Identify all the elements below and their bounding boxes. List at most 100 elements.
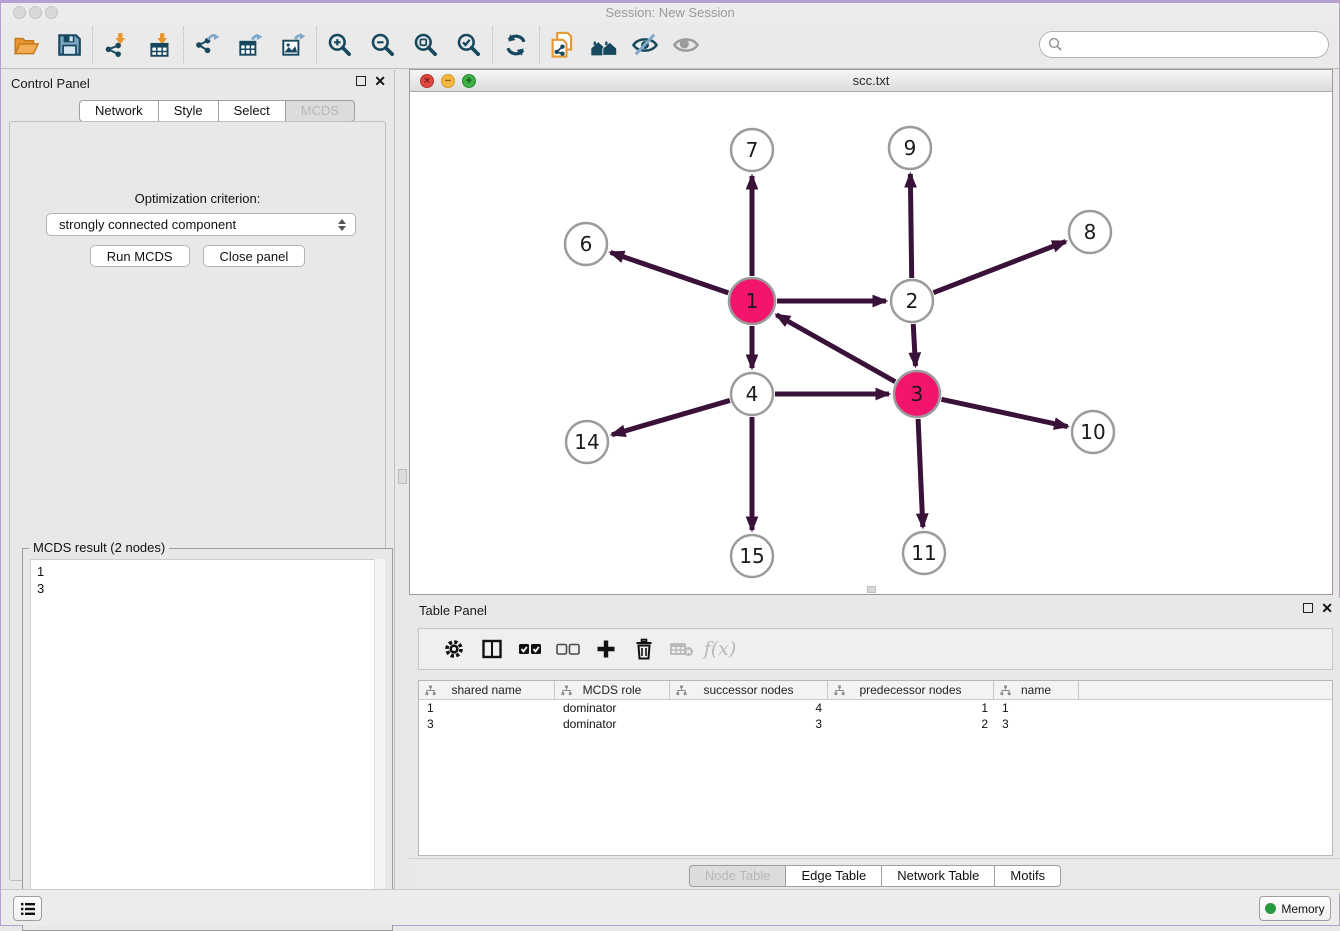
- table-cell[interactable]: 4: [670, 700, 828, 716]
- edge-4-14[interactable]: [612, 400, 730, 434]
- show-graphics-icon[interactable]: [669, 28, 703, 62]
- zoom-fit-icon[interactable]: [409, 28, 443, 62]
- control-panel-title: Control Panel: [11, 76, 90, 91]
- status-bar: Memory: [1, 889, 1339, 925]
- select-all-icon[interactable]: [511, 634, 549, 664]
- column-header-label: successor nodes: [703, 683, 793, 697]
- table-cell[interactable]: 1: [419, 700, 555, 716]
- panel-mode-icon[interactable]: [473, 634, 511, 664]
- tab-node-table[interactable]: Node Table: [689, 865, 786, 887]
- export-network-icon[interactable]: [190, 28, 224, 62]
- tab-network-table[interactable]: Network Table: [881, 865, 994, 887]
- node-2[interactable]: 2: [891, 280, 933, 322]
- edge-3-1[interactable]: [776, 315, 895, 382]
- node-label: 3: [911, 382, 924, 406]
- task-history-button[interactable]: [13, 896, 42, 921]
- zoom-out-icon[interactable]: [366, 28, 400, 62]
- open-session-icon[interactable]: [9, 28, 43, 62]
- delete-columns-icon[interactable]: [625, 634, 663, 664]
- close-panel-icon[interactable]: ✕: [374, 76, 386, 86]
- node-4[interactable]: 4: [731, 373, 773, 415]
- network-view-window: × − + scc.txt 7 9 6 8 1 2 4 3 14 10 15 11: [409, 69, 1333, 595]
- network-resize-handle[interactable]: [867, 586, 876, 593]
- tab-network[interactable]: Network: [79, 100, 158, 122]
- first-neighbors-icon[interactable]: [587, 28, 621, 62]
- column-header-predecessor-nodes[interactable]: predecessor nodes: [828, 681, 994, 699]
- tab-style[interactable]: Style: [158, 100, 218, 122]
- import-network-icon[interactable]: [99, 28, 133, 62]
- edge-2-8[interactable]: [933, 241, 1065, 292]
- table-cell[interactable]: 3: [419, 716, 555, 732]
- tab-edge-table[interactable]: Edge Table: [785, 865, 881, 887]
- column-header-label: name: [1021, 683, 1051, 697]
- table-row[interactable]: 3dominator323: [419, 716, 1332, 732]
- float-table-panel-icon[interactable]: [1303, 603, 1313, 613]
- node-10[interactable]: 10: [1072, 411, 1114, 453]
- table-cell[interactable]: 3: [670, 716, 828, 732]
- table-cell[interactable]: 1: [994, 700, 1079, 716]
- node-9[interactable]: 9: [889, 127, 931, 169]
- node-6[interactable]: 6: [565, 223, 607, 265]
- export-table-icon[interactable]: [233, 28, 267, 62]
- column-header-shared-name[interactable]: shared name: [419, 681, 555, 699]
- column-header-name[interactable]: name: [994, 681, 1079, 699]
- run-mcds-button[interactable]: Run MCDS: [90, 245, 190, 267]
- edge-3-11[interactable]: [918, 419, 923, 527]
- column-header-MCDS-role[interactable]: MCDS role: [555, 681, 670, 699]
- table-cell[interactable]: 1: [828, 700, 994, 716]
- function-builder-icon[interactable]: f(x): [701, 634, 739, 664]
- dropdown-stepper-icon: [335, 216, 349, 233]
- search-input[interactable]: [1039, 31, 1329, 58]
- criterion-value: strongly connected component: [59, 217, 236, 232]
- import-table-icon[interactable]: [143, 28, 177, 62]
- result-scrollbar[interactable]: [374, 559, 385, 922]
- export-image-icon[interactable]: [276, 28, 310, 62]
- close-table-panel-icon[interactable]: ✕: [1321, 603, 1333, 613]
- node-3[interactable]: 3: [894, 371, 940, 417]
- node-15[interactable]: 15: [731, 535, 773, 577]
- save-session-icon[interactable]: [52, 28, 86, 62]
- node-14[interactable]: 14: [566, 421, 608, 463]
- delete-table-icon[interactable]: [663, 634, 701, 664]
- deselect-all-icon[interactable]: [549, 634, 587, 664]
- network-window-titlebar[interactable]: × − + scc.txt: [410, 70, 1332, 92]
- table-panel-title: Table Panel: [419, 603, 487, 618]
- memory-button[interactable]: Memory: [1259, 896, 1331, 921]
- node-1[interactable]: 1: [729, 278, 775, 324]
- network-canvas[interactable]: 7 9 6 8 1 2 4 3 14 10 15 11: [410, 92, 1332, 594]
- table-cell[interactable]: dominator: [555, 716, 670, 732]
- node-7[interactable]: 7: [731, 129, 773, 171]
- table-cell[interactable]: 3: [994, 716, 1079, 732]
- mcds-result-text[interactable]: 1 3: [30, 559, 385, 922]
- node-label: 6: [580, 232, 593, 256]
- zoom-selected-icon[interactable]: [452, 28, 486, 62]
- hide-graphics-icon[interactable]: [628, 28, 662, 62]
- tab-mcds[interactable]: MCDS: [285, 100, 355, 122]
- float-panel-icon[interactable]: [356, 76, 366, 86]
- column-header-label: MCDS role: [583, 683, 642, 697]
- table-row[interactable]: 1dominator411: [419, 700, 1332, 716]
- criterion-dropdown[interactable]: strongly connected component: [46, 213, 356, 236]
- zoom-in-icon[interactable]: [323, 28, 357, 62]
- clone-network-icon[interactable]: [546, 28, 580, 62]
- node-label: 4: [746, 382, 759, 406]
- tab-select[interactable]: Select: [218, 100, 285, 122]
- mcds-result-groupbox: MCDS result (2 nodes) 1 3: [22, 548, 393, 931]
- table-settings-icon[interactable]: [435, 634, 473, 664]
- edge-2-3[interactable]: [913, 324, 915, 366]
- window-title: Session: New Session: [1, 5, 1339, 20]
- table-cell[interactable]: 2: [828, 716, 994, 732]
- node-11[interactable]: 11: [903, 532, 945, 574]
- tab-motifs[interactable]: Motifs: [994, 865, 1061, 887]
- refresh-layout-icon[interactable]: [499, 28, 533, 62]
- close-panel-button[interactable]: Close panel: [203, 245, 306, 267]
- edge-3-10[interactable]: [941, 399, 1067, 426]
- add-column-icon[interactable]: [587, 634, 625, 664]
- column-type-icon: [834, 685, 845, 699]
- edge-2-9[interactable]: [910, 174, 911, 278]
- column-header-successor-nodes[interactable]: successor nodes: [670, 681, 828, 699]
- splitter-handle[interactable]: [398, 469, 407, 484]
- edge-1-6[interactable]: [611, 252, 729, 292]
- node-8[interactable]: 8: [1069, 211, 1111, 253]
- table-cell[interactable]: dominator: [555, 700, 670, 716]
